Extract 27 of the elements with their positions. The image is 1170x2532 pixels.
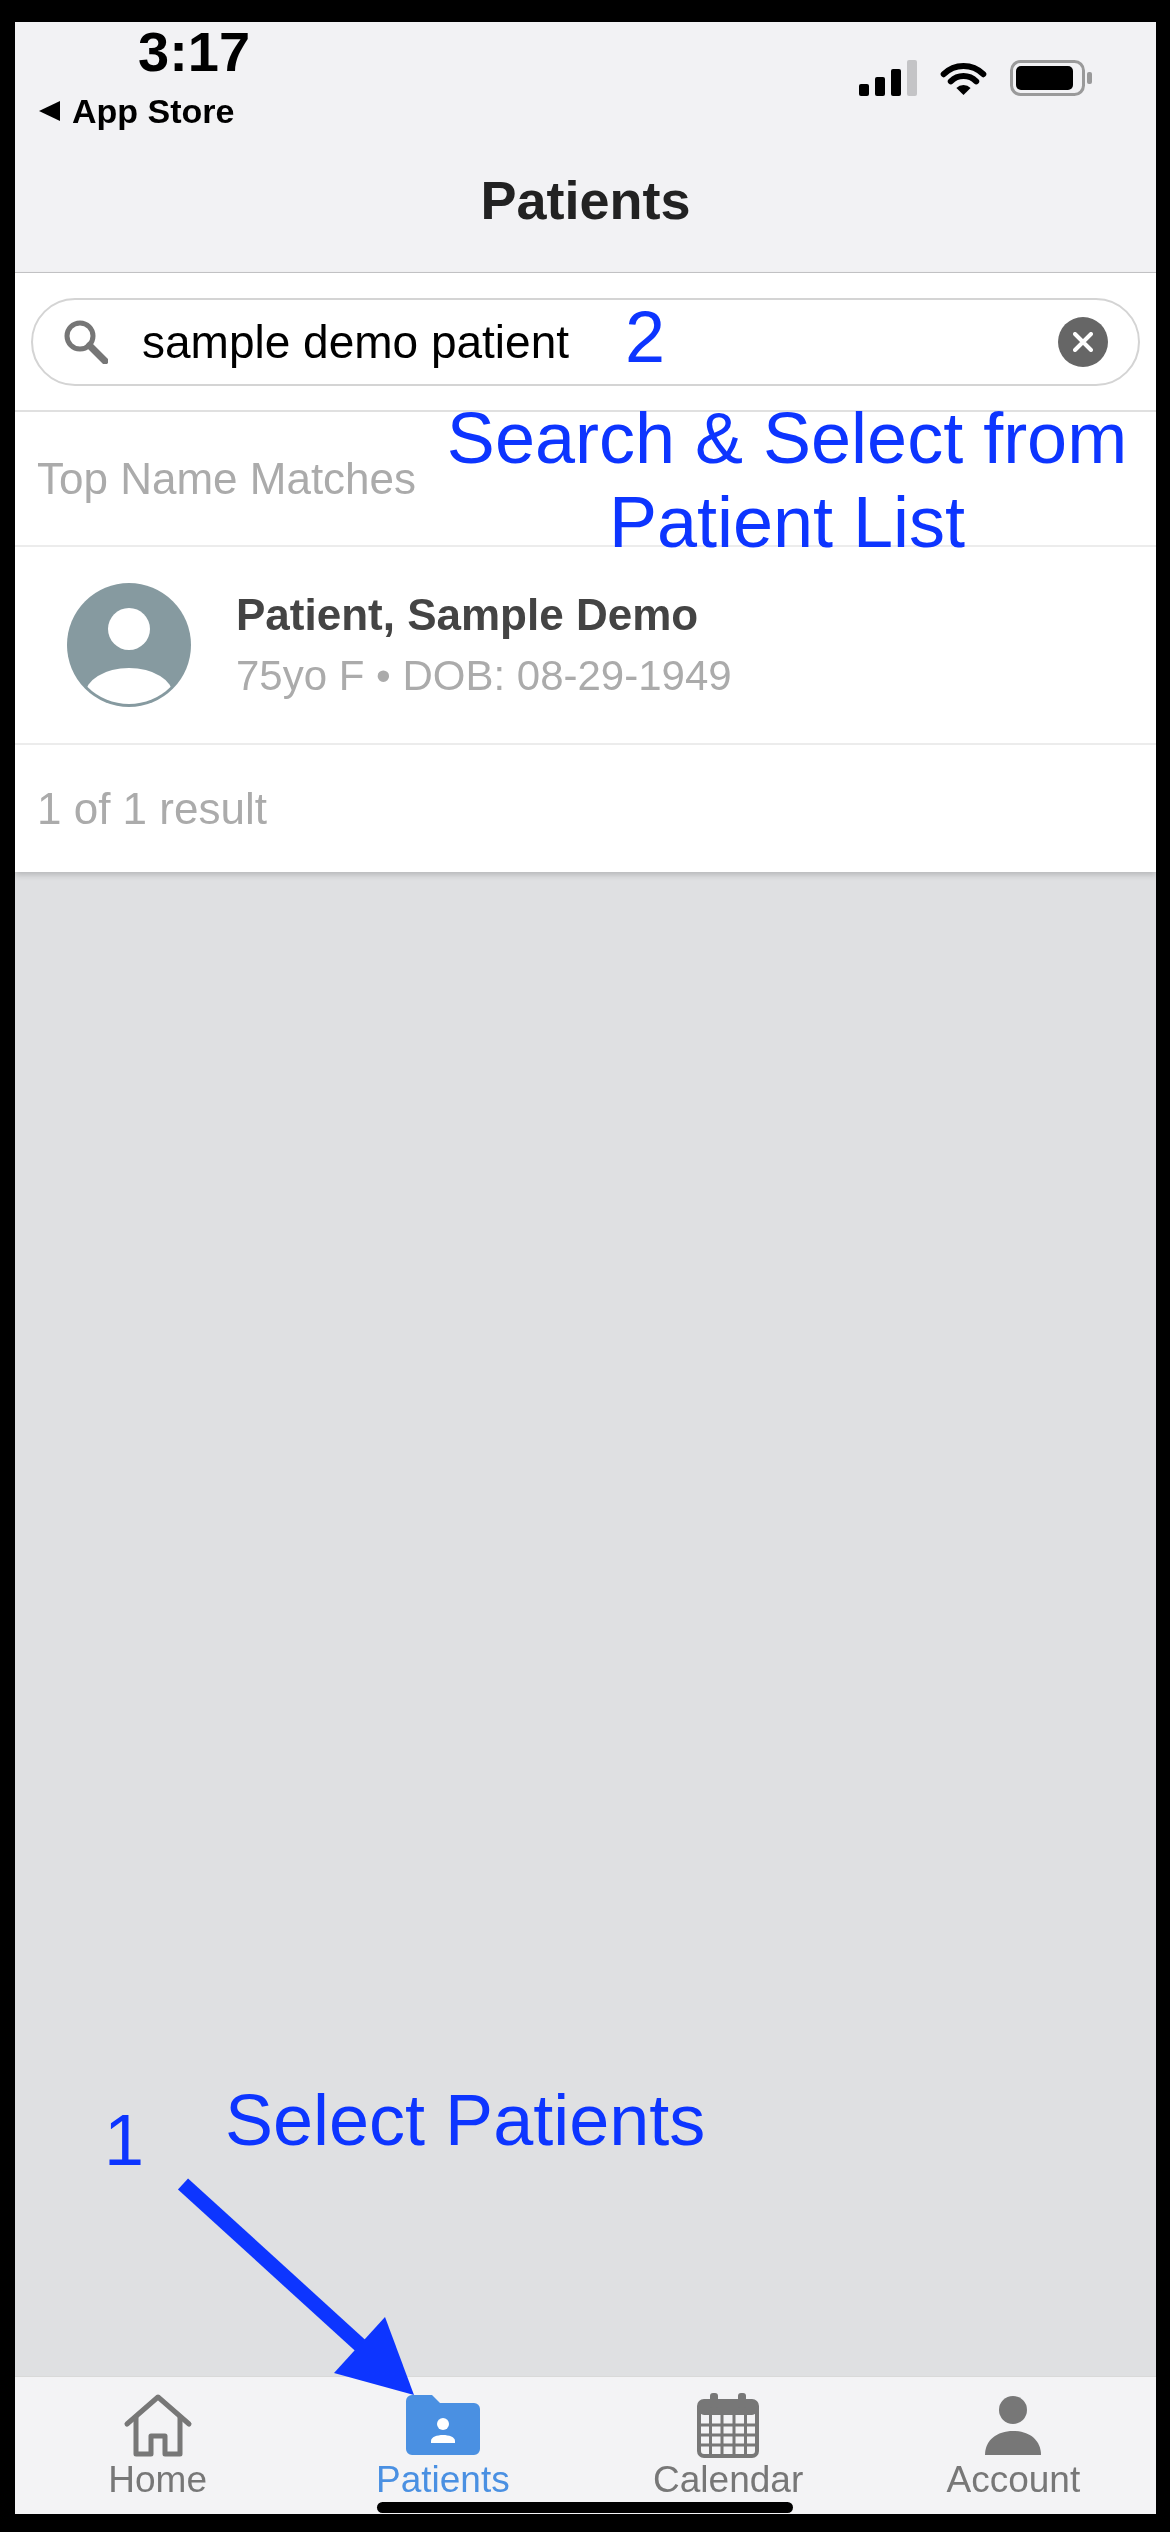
search-input[interactable]: sample demo patient [142, 314, 582, 369]
section-title: Top Name Matches [37, 456, 417, 501]
status-time: 3:17 [138, 24, 251, 80]
annotation-caption: Select Patients [225, 2084, 706, 2156]
tab-button[interactable]: Account [940, 2377, 1087, 2498]
screen-title: Patients [480, 173, 691, 232]
avatar-icon [67, 583, 191, 707]
tab-button[interactable]: Calendar [647, 2377, 810, 2498]
patient-name: Patient, Sample Demo [236, 593, 700, 637]
result-count: 1 of 1 result [37, 786, 267, 831]
step-number: 1 [104, 2104, 145, 2176]
patient-details: 75yo F • DOB: 08-29-1949 [236, 655, 732, 697]
tab-button[interactable]: Home [102, 2377, 213, 2498]
step-number: 2 [625, 301, 666, 373]
back-triangle-icon [39, 101, 60, 121]
folder-person-icon [405, 2395, 480, 2455]
clear-button[interactable] [1058, 316, 1108, 367]
wifi-icon [938, 60, 989, 96]
annotation-caption: Search & Select from Patient List [445, 397, 1129, 564]
close-icon [1073, 331, 1093, 352]
calendar-icon [697, 2392, 760, 2458]
person-icon [985, 2395, 1042, 2455]
search-icon [63, 319, 108, 364]
back-link[interactable]: App Store [39, 94, 235, 128]
battery-icon [1010, 60, 1092, 96]
signal-icon [859, 60, 917, 96]
tab-button[interactable]: Patients [370, 2377, 516, 2498]
